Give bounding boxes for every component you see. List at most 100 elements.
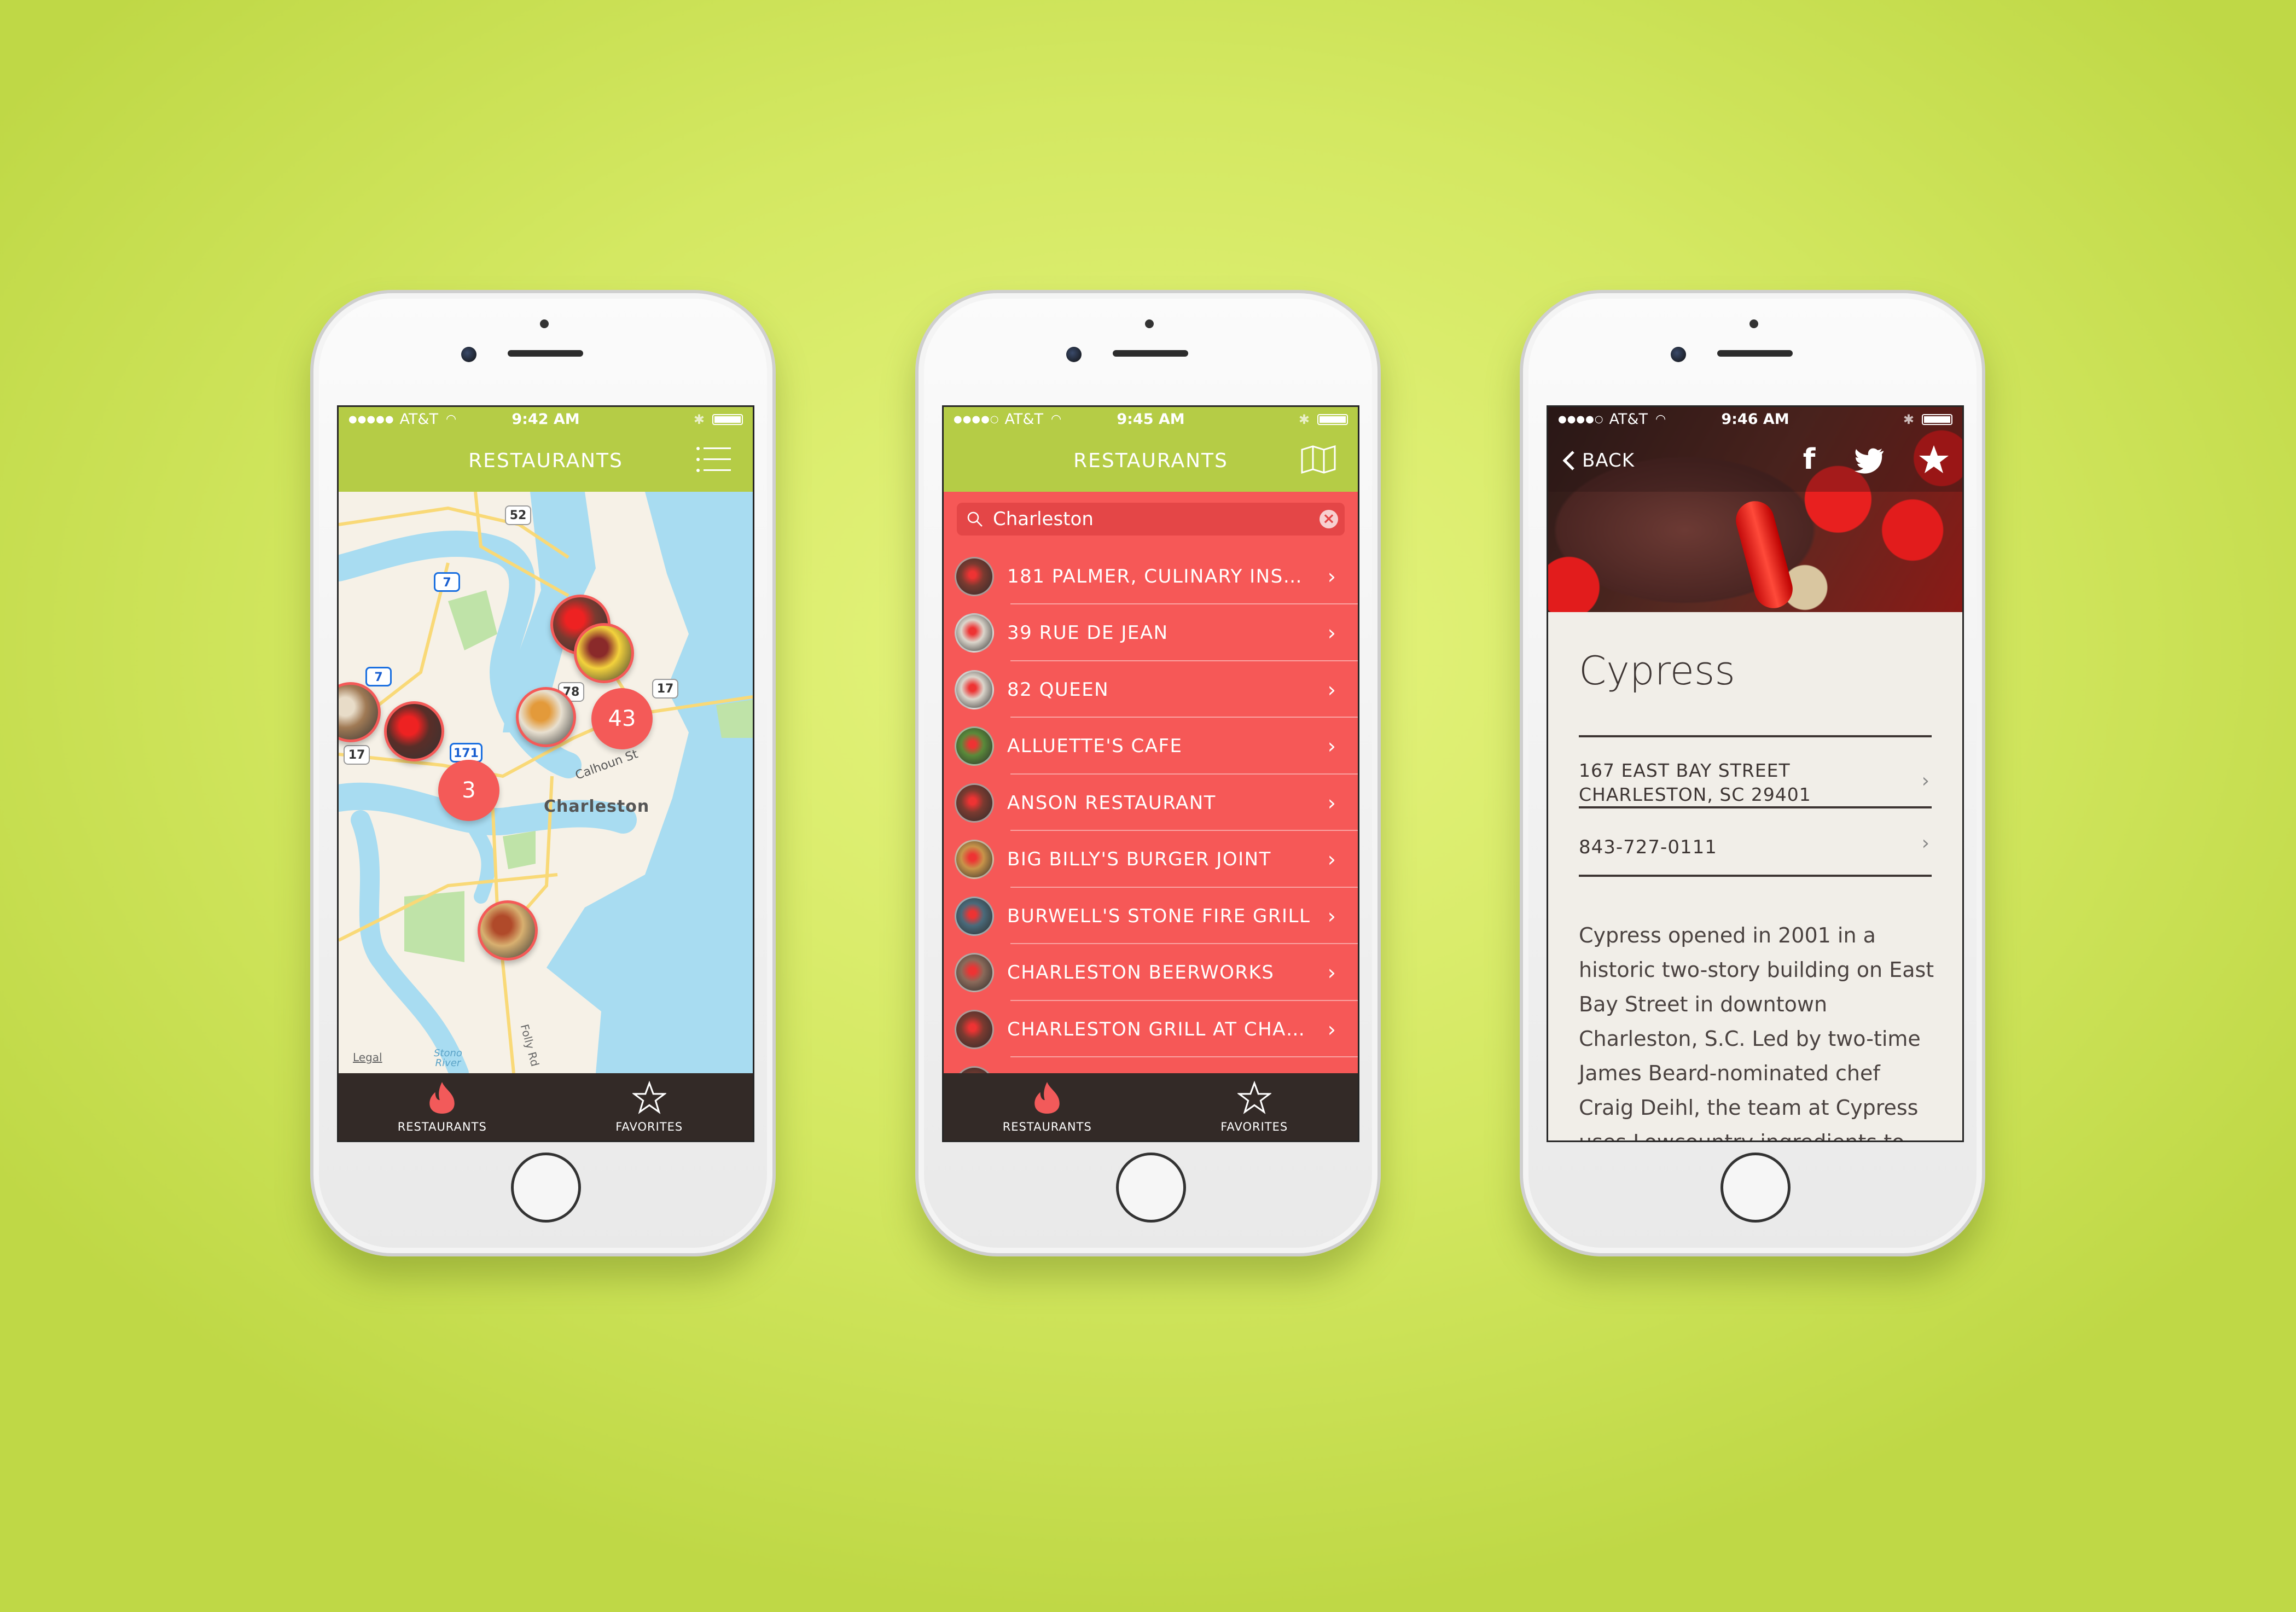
twitter-icon[interactable] — [1853, 443, 1886, 476]
search-icon — [967, 511, 983, 527]
restaurant-thumbnail — [955, 953, 994, 992]
restaurant-name: BURWELL'S STONE FIRE GRILL — [1007, 905, 1311, 927]
home-button[interactable] — [511, 1153, 581, 1223]
chevron-right-icon: › — [1327, 621, 1336, 645]
battery-icon — [712, 414, 743, 425]
flame-icon — [1034, 1082, 1060, 1114]
earpiece-speaker — [1113, 350, 1188, 357]
clock: 9:42 AM — [511, 411, 580, 428]
map-label-city: Charleston — [544, 797, 650, 816]
battery-icon — [1922, 414, 1952, 425]
chevron-right-icon: › — [1327, 677, 1336, 702]
chevron-right-icon: › — [1327, 847, 1336, 871]
search-value: Charleston — [993, 508, 1094, 530]
divider — [1579, 806, 1932, 808]
list-screen: RESTAURANTS ●●●●○ AT&T ◠ 9:45 AM ✱ Charl… — [942, 405, 1359, 1142]
restaurant-thumbnail — [955, 613, 994, 653]
earpiece-speaker — [508, 350, 583, 357]
tab-restaurants[interactable]: RESTAURANTS — [944, 1073, 1151, 1140]
restaurant-name: 82 QUEEN — [1007, 678, 1109, 701]
restaurant-thumbnail — [955, 726, 994, 766]
chevron-right-icon: › — [1327, 734, 1336, 758]
star-icon — [632, 1081, 666, 1114]
chevron-right-icon: › — [1327, 564, 1336, 589]
battery-icon — [1317, 414, 1348, 425]
tab-bar: RESTAURANTS FAVORITES — [944, 1073, 1358, 1140]
clock: 9:46 AM — [1721, 411, 1789, 428]
map-view[interactable]: 52 7 7 171 17 78 17 43 3 Charleston Calhoun St … — [339, 492, 753, 1073]
map-screen: RESTAURANTS ●●●●● AT&T ◠ 9:42 AM ✱ 52 7 … — [337, 405, 754, 1142]
chevron-right-icon: › — [1327, 904, 1336, 928]
route-shield: 52 — [505, 505, 531, 525]
map-icon[interactable] — [1301, 445, 1336, 474]
restaurant-name: 39 RUE DE JEAN — [1007, 622, 1169, 644]
list-item[interactable]: 181 PALMER, CULINARY INSTITUT... › — [944, 548, 1358, 604]
restaurant-list[interactable]: Charleston × 181 PALMER, CULINARY INSTIT… — [944, 492, 1358, 1105]
list-item[interactable]: ANSON RESTAURANT › — [944, 775, 1358, 831]
list-item[interactable]: 82 QUEEN › — [944, 661, 1358, 718]
restaurant-pin[interactable] — [574, 623, 634, 683]
sensor — [1749, 319, 1758, 328]
status-bar: ●●●●○ AT&T ◠ 9:46 AM ✱ — [1548, 407, 1962, 432]
bluetooth-icon: ✱ — [1903, 411, 1914, 427]
clear-search-icon[interactable]: × — [1320, 510, 1338, 528]
tab-restaurants[interactable]: RESTAURANTS — [339, 1073, 546, 1140]
tab-bar: RESTAURANTS FAVORITES — [339, 1073, 753, 1140]
legal-link[interactable]: Legal — [353, 1051, 382, 1064]
cluster-marker[interactable]: 43 — [591, 688, 653, 749]
back-button[interactable]: BACK — [1560, 450, 1635, 472]
divider — [1579, 875, 1932, 877]
home-button[interactable] — [1116, 1153, 1186, 1223]
list-item[interactable]: CHARLESTON GRILL AT CHARLEST... › — [944, 1001, 1358, 1057]
status-bar: ●●●●○ AT&T ◠ 9:45 AM ✱ — [944, 407, 1358, 432]
chevron-right-icon: › — [1921, 770, 1929, 792]
restaurant-pin[interactable] — [516, 687, 576, 747]
cluster-marker[interactable]: 3 — [438, 760, 499, 821]
list-item[interactable]: ALLUETTE'S CAFE › — [944, 718, 1358, 775]
tab-favorites[interactable]: FAVORITES — [1151, 1073, 1358, 1140]
status-bar: ●●●●● AT&T ◠ 9:42 AM ✱ — [339, 407, 753, 432]
front-camera — [1671, 347, 1686, 362]
route-shield: 7 — [365, 667, 392, 686]
sensor — [540, 319, 549, 328]
address-line-2: CHARLESTON, SC 29401 — [1579, 784, 1811, 805]
restaurant-name: CHARLESTON BEERWORKS — [1007, 962, 1275, 984]
list-item[interactable]: BURWELL'S STONE FIRE GRILL › — [944, 888, 1358, 944]
restaurant-name: Cypress — [1579, 648, 1735, 694]
restaurant-thumbnail — [955, 840, 994, 879]
front-camera — [461, 347, 476, 362]
restaurant-pin[interactable] — [478, 900, 538, 961]
restaurant-name: ANSON RESTAURANT — [1007, 792, 1216, 814]
divider — [1579, 735, 1932, 737]
clock: 9:45 AM — [1117, 411, 1185, 428]
phone-number: 843-727-0111 — [1579, 836, 1717, 858]
star-icon — [1237, 1081, 1271, 1114]
map-label-river: Stono River — [434, 1047, 462, 1069]
facebook-icon[interactable]: f — [1793, 443, 1826, 476]
description: Cypress opened in 2001 in a historic two… — [1579, 923, 1934, 1142]
route-shield: 7 — [434, 572, 460, 592]
restaurant-pin[interactable] — [384, 701, 444, 761]
list-item[interactable]: BIG BILLY'S BURGER JOINT › — [944, 831, 1358, 888]
address-line-1: 167 EAST BAY STREET — [1579, 760, 1791, 781]
bluetooth-icon: ✱ — [1298, 411, 1310, 427]
list-item[interactable]: CHARLESTON BEERWORKS › — [944, 945, 1358, 1001]
list-item[interactable]: 39 RUE DE JEAN › — [944, 605, 1358, 661]
phone-detail: BACK f ●●●●○ AT&T ◠ 9:46 AM ✱ Cypress 16… — [1520, 290, 1985, 1256]
restaurant-name: 181 PALMER, CULINARY INSTITUT... — [1007, 565, 1313, 587]
restaurant-name: ALLUETTE'S CAFE — [1007, 735, 1183, 757]
chevron-right-icon: › — [1327, 961, 1336, 985]
restaurant-detail: Cypress 167 EAST BAY STREET CHARLESTON, S… — [1548, 612, 1962, 1142]
page-title: RESTAURANTS — [1073, 450, 1228, 472]
restaurant-thumbnail — [955, 1009, 994, 1049]
earpiece-speaker — [1717, 350, 1793, 357]
restaurant-thumbnail — [955, 670, 994, 709]
restaurant-thumbnail — [955, 783, 994, 823]
restaurant-thumbnail — [955, 896, 994, 936]
detail-screen: BACK f ●●●●○ AT&T ◠ 9:46 AM ✱ Cypress 16… — [1547, 405, 1964, 1142]
list-icon[interactable] — [696, 445, 731, 474]
tab-favorites[interactable]: FAVORITES — [546, 1073, 753, 1140]
favorite-star-icon[interactable] — [1917, 443, 1950, 476]
home-button[interactable] — [1720, 1153, 1791, 1223]
search-input[interactable]: Charleston × — [957, 503, 1345, 536]
